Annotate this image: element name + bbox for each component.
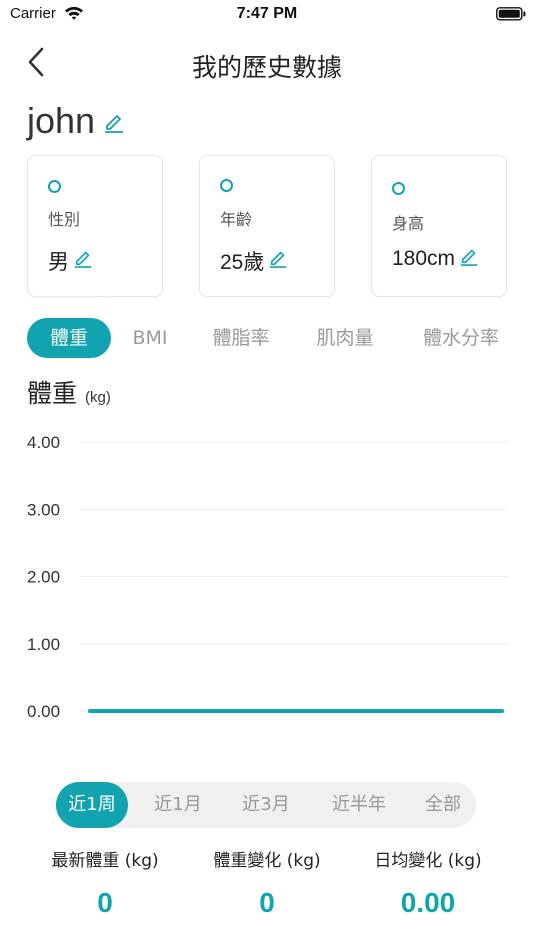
battery-icon [496, 6, 526, 26]
height-label: 身高 [392, 214, 425, 233]
status-bar: Carrier 7:47 PM [0, 0, 534, 30]
age-value: 25歲 [220, 251, 265, 274]
edit-age-pencil-icon[interactable] [268, 248, 288, 274]
time-range-selector: 近1周 近1月 近3月 近半年 全部 [56, 782, 476, 828]
gender-value-row: 男 [48, 246, 93, 276]
y-tick-label: 2.00 [27, 568, 60, 587]
y-tick-label: 4.00 [27, 433, 60, 452]
y-tick-label: 0.00 [27, 702, 60, 721]
stat-label: 體重變化 (kg) [213, 851, 321, 871]
gender-label: 性別 [48, 210, 81, 229]
card-circle-icon [48, 180, 61, 193]
user-name-row: john [27, 98, 125, 144]
y-tick-label: 1.00 [27, 635, 60, 654]
age-label: 年齡 [220, 210, 253, 229]
stat-value: 0 [259, 887, 275, 918]
edit-height-pencil-icon[interactable] [459, 246, 479, 272]
chart-heading: 體重 (kg) [27, 374, 111, 410]
stat-label: 日均變化 (kg) [374, 851, 482, 871]
status-time: 7:47 PM [236, 5, 298, 22]
height-value: 180cm [392, 247, 456, 270]
range-tab-half-year[interactable]: 近半年 [316, 782, 402, 828]
tab-body-fat[interactable]: 體脂率 [198, 318, 284, 358]
tab-muscle-mass[interactable]: 肌肉量 [302, 318, 388, 358]
gender-card: 性別 男 [27, 155, 163, 297]
chart-unit: (kg) [85, 389, 111, 406]
range-tab-1-month[interactable]: 近1月 [138, 782, 218, 828]
height-card: 身高 180cm [371, 155, 507, 297]
height-value-row: 180cm [392, 246, 479, 272]
stat-value: 0 [97, 887, 113, 918]
range-tab-1-week[interactable]: 近1周 [56, 782, 128, 828]
range-tab-3-months[interactable]: 近3月 [224, 782, 308, 828]
stat-value: 0.00 [400, 887, 456, 918]
latest-weight-stat: 最新體重 (kg) 0 [16, 846, 194, 919]
gender-value: 男 [48, 251, 69, 274]
edit-name-pencil-icon[interactable] [103, 111, 125, 137]
tab-body-water[interactable]: 體水分率 [408, 318, 514, 358]
daily-average-change-stat: 日均變化 (kg) 0.00 [339, 846, 517, 919]
tab-weight[interactable]: 體重 [27, 318, 111, 358]
card-circle-icon [220, 179, 233, 192]
age-card: 年齡 25歲 [199, 155, 335, 297]
range-tab-all[interactable]: 全部 [410, 782, 476, 828]
age-value-row: 25歲 [220, 246, 288, 276]
metric-tabs: 體重 BMI 體脂率 肌肉量 體水分率 [0, 318, 534, 358]
stat-label: 最新體重 (kg) [51, 851, 159, 871]
user-name: john [27, 100, 96, 141]
y-tick-label: 3.00 [27, 500, 60, 519]
card-circle-icon [392, 182, 405, 195]
tab-bmi[interactable]: BMI [118, 318, 182, 358]
nav-bar: 我的歷史數據 [0, 38, 534, 90]
weight-line-chart: 4.00 3.00 2.00 1.00 0.00 [27, 433, 508, 721]
edit-gender-pencil-icon[interactable] [73, 248, 93, 274]
page-title: 我的歷史數據 [191, 53, 342, 82]
weight-change-stat: 體重變化 (kg) 0 [178, 846, 356, 919]
chart-title: 體重 [27, 379, 78, 408]
